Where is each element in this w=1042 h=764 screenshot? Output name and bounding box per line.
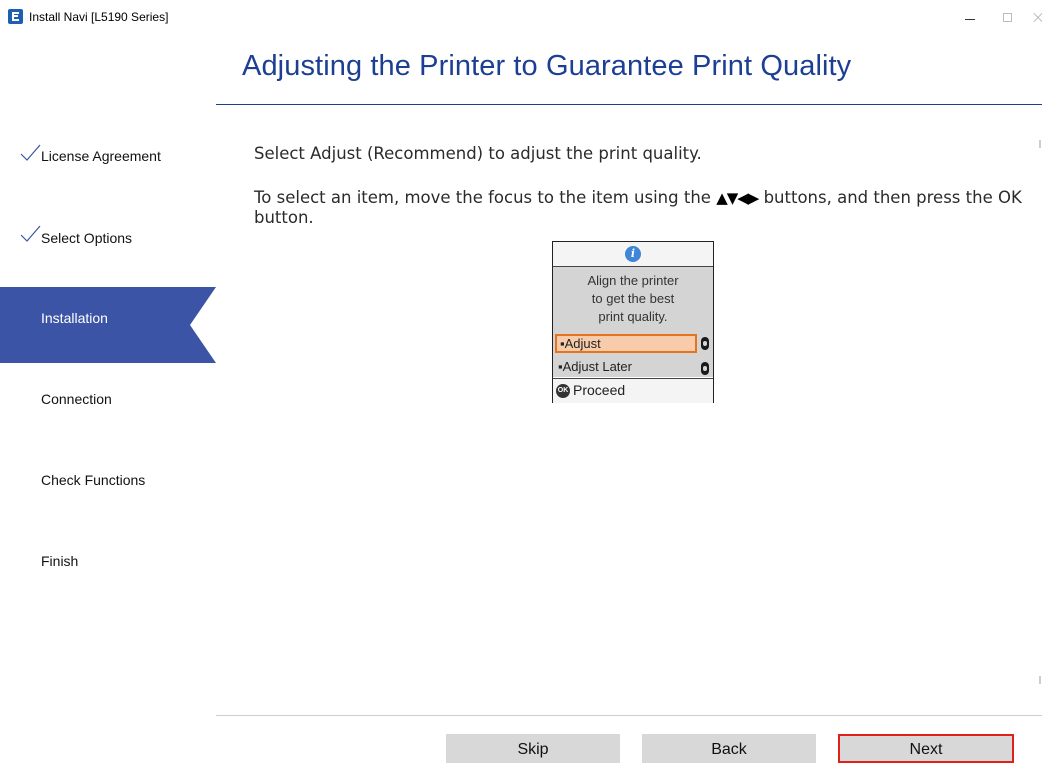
back-button[interactable]: Back bbox=[642, 734, 816, 763]
lcd-footer: OK Proceed bbox=[553, 378, 713, 403]
scrollbar-bottom-arrow[interactable] bbox=[1039, 676, 1041, 684]
lcd-option-label: Adjust Later bbox=[562, 359, 632, 374]
active-step-pointer bbox=[190, 287, 216, 363]
scrollbar-top-arrow[interactable] bbox=[1039, 140, 1041, 148]
lcd-option-adjust-later: ▪Adjust Later bbox=[558, 359, 632, 374]
sidebar-item-installation: Installation bbox=[0, 287, 216, 363]
step-sidebar: License Agreement Select Options Install… bbox=[0, 105, 216, 715]
window-title: Install Navi [L5190 Series] bbox=[29, 10, 169, 24]
instruction-text-start: To select an item, move the focus to the… bbox=[254, 188, 717, 207]
navigation-instruction: To select an item, move the focus to the… bbox=[254, 188, 1034, 227]
close-button[interactable] bbox=[1026, 4, 1042, 32]
page-title: Adjusting the Printer to Guarantee Print… bbox=[242, 50, 852, 82]
footer-divider bbox=[216, 715, 1042, 716]
instruction-text: Select Adjust (Recommend) to adjust the … bbox=[254, 144, 702, 163]
maximize-button[interactable] bbox=[994, 4, 1022, 32]
printer-lcd-illustration: i Align the printer to get the best prin… bbox=[552, 241, 714, 403]
lcd-option-label: Adjust bbox=[564, 336, 601, 351]
ok-button-icon: OK bbox=[556, 384, 570, 398]
sidebar-item-select-options: Select Options bbox=[0, 206, 216, 282]
proceed-label: Proceed bbox=[573, 382, 626, 398]
checkmark-icon bbox=[20, 144, 41, 161]
sidebar-item-connection: Connection bbox=[0, 368, 216, 444]
lcd-message-line: Align the printer bbox=[587, 273, 679, 288]
lcd-option-adjust: ▪Adjust bbox=[555, 334, 697, 353]
arrow-buttons-icon: ▲▼◀▶ bbox=[716, 189, 759, 207]
next-button[interactable]: Next bbox=[838, 734, 1014, 763]
sidebar-item-label: Installation bbox=[41, 310, 108, 326]
checkmark-icon bbox=[20, 225, 41, 242]
sidebar-item-label: Finish bbox=[41, 553, 79, 569]
sidebar-item-label: Check Functions bbox=[41, 472, 146, 488]
sidebar-item-license-agreement: License Agreement bbox=[0, 125, 216, 201]
lcd-header: i bbox=[553, 242, 713, 267]
title-divider bbox=[216, 104, 1042, 105]
lcd-body: Align the printer to get the best print … bbox=[553, 267, 713, 377]
app-icon bbox=[8, 9, 23, 24]
sidebar-item-finish: Finish bbox=[0, 530, 216, 606]
scroll-up-icon bbox=[701, 337, 709, 350]
title-bar: Install Navi [L5190 Series] bbox=[0, 0, 1042, 36]
skip-button[interactable]: Skip bbox=[446, 734, 620, 763]
sidebar-item-check-functions: Check Functions bbox=[0, 449, 216, 525]
minimize-button[interactable] bbox=[956, 4, 984, 32]
lcd-message-line: print quality. bbox=[598, 309, 668, 324]
lcd-message: Align the printer to get the best print … bbox=[553, 272, 713, 326]
sidebar-item-label: License Agreement bbox=[41, 148, 161, 164]
info-icon: i bbox=[625, 246, 641, 262]
sidebar-item-label: Connection bbox=[41, 391, 112, 407]
scroll-down-icon bbox=[701, 362, 709, 375]
lcd-message-line: to get the best bbox=[591, 291, 675, 306]
sidebar-item-label: Select Options bbox=[41, 230, 133, 246]
